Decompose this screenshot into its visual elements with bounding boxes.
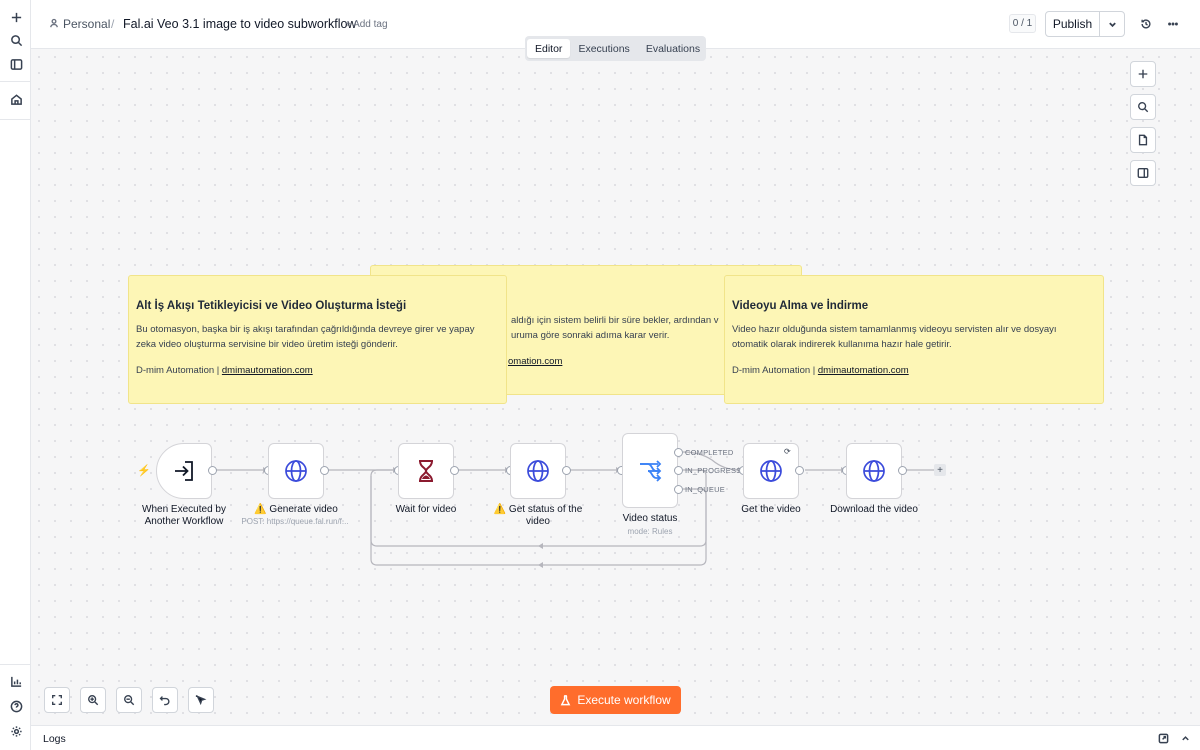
logs-label: Logs bbox=[43, 733, 66, 745]
search-nodes-button[interactable] bbox=[1130, 94, 1156, 120]
sticky-body-line: aldığı için sistem belirli bir süre bekl… bbox=[511, 315, 719, 326]
globe-icon bbox=[285, 460, 307, 482]
execute-workflow-label: Execute workflow bbox=[577, 693, 671, 707]
breadcrumb-personal[interactable]: Personal bbox=[49, 17, 110, 31]
node-subtitle: POST: https://queue.fal.run/f... bbox=[241, 517, 349, 526]
node-label: Download the video bbox=[830, 504, 918, 515]
popout-icon[interactable] bbox=[1157, 732, 1169, 744]
hourglass-icon bbox=[419, 460, 433, 482]
zoom-in-button[interactable] bbox=[80, 687, 106, 713]
node-label: When Executed by Another Workflow bbox=[142, 504, 226, 527]
output-port-in-queue[interactable] bbox=[674, 485, 683, 494]
search-icon[interactable] bbox=[7, 31, 25, 49]
output-port[interactable] bbox=[320, 466, 329, 475]
sticky-body-line: Bu otomasyon, başka bir iş akışı tarafın… bbox=[136, 324, 475, 335]
retry-icon: ⟳ bbox=[784, 447, 791, 456]
sticky-note-download[interactable]: Videoyu Alma ve İndirme Video hazır oldu… bbox=[724, 275, 1104, 404]
output-port-completed[interactable] bbox=[674, 448, 683, 457]
globe-icon bbox=[863, 460, 885, 482]
add-icon[interactable] bbox=[7, 8, 25, 26]
sticky-footer-text: D-mim Automation | bbox=[732, 365, 818, 376]
flask-icon bbox=[560, 694, 571, 705]
execute-workflow-button[interactable]: Execute workflow bbox=[550, 686, 681, 714]
user-icon bbox=[49, 17, 63, 31]
sticky-body-line: uruma göre sonraki adıma karar verir. bbox=[511, 330, 670, 341]
active-counter-badge: 0 / 1 bbox=[1009, 14, 1036, 33]
sticky-footer-text: D-mim Automation | bbox=[136, 365, 222, 376]
sticky-footer-link[interactable]: omation.com bbox=[508, 356, 562, 367]
insights-icon[interactable] bbox=[7, 672, 25, 690]
output-label-in-queue: IN_QUEUE bbox=[685, 485, 725, 494]
output-port[interactable] bbox=[795, 466, 804, 475]
fit-view-button[interactable] bbox=[44, 687, 70, 713]
view-tabs: Editor Executions Evaluations bbox=[525, 36, 706, 61]
tab-evaluations[interactable]: Evaluations bbox=[638, 39, 708, 58]
logs-bar[interactable]: Logs bbox=[31, 725, 1200, 750]
node-label: ⚠️ Get status of the video bbox=[493, 504, 583, 527]
globe-icon bbox=[527, 460, 549, 482]
add-tag-button[interactable]: + Add tag bbox=[345, 19, 388, 30]
tab-executions[interactable]: Executions bbox=[570, 39, 637, 58]
undo-button[interactable] bbox=[152, 687, 178, 713]
tidy-up-button[interactable] bbox=[188, 687, 214, 713]
output-port[interactable] bbox=[562, 466, 571, 475]
more-options-icon[interactable] bbox=[1165, 16, 1181, 32]
chevron-down-icon[interactable] bbox=[1100, 12, 1124, 36]
left-sidebar bbox=[0, 0, 31, 750]
output-port[interactable] bbox=[450, 466, 459, 475]
breadcrumb-project-label: Personal bbox=[63, 17, 111, 31]
home-icon[interactable] bbox=[7, 90, 25, 108]
node-wait[interactable] bbox=[398, 443, 454, 499]
output-port[interactable] bbox=[898, 466, 907, 475]
node-execute-workflow-trigger[interactable] bbox=[156, 443, 212, 499]
output-label-in-progress: IN_PROGRESS bbox=[685, 466, 742, 475]
publish-button[interactable]: Publish bbox=[1046, 12, 1100, 36]
node-video-status-switch[interactable] bbox=[622, 433, 678, 508]
zoom-out-button[interactable] bbox=[116, 687, 142, 713]
add-node-button[interactable] bbox=[1130, 61, 1156, 87]
sticky-footer-link[interactable]: dmimautomation.com bbox=[818, 365, 909, 376]
sidebar-divider bbox=[0, 81, 31, 82]
node-generate-video[interactable] bbox=[268, 443, 324, 499]
sticky-footer: D-mim Automation | dmimautomation.com bbox=[136, 365, 313, 376]
node-label: Get the video bbox=[741, 504, 801, 515]
node-download-video[interactable] bbox=[846, 443, 902, 499]
sticky-body-line: Video hazır olduğunda sistem tamamlanmış… bbox=[732, 324, 1057, 335]
settings-icon[interactable] bbox=[7, 722, 25, 740]
history-icon[interactable] bbox=[1138, 16, 1154, 32]
sidebar-divider bbox=[0, 119, 31, 120]
sticky-title: Alt İş Akışı Tetikleyicisi ve Video Oluş… bbox=[136, 300, 407, 312]
node-subtitle: mode: Rules bbox=[627, 527, 673, 536]
sidebar-toggle-icon[interactable] bbox=[7, 55, 25, 73]
publish-button-group: Publish bbox=[1045, 11, 1125, 37]
node-get-status[interactable] bbox=[510, 443, 566, 499]
sticky-footer-link[interactable]: dmimautomation.com bbox=[222, 365, 313, 376]
node-label: ⚠️ Generate video bbox=[254, 504, 338, 515]
add-next-node-button[interactable]: + bbox=[934, 464, 946, 476]
sign-in-icon bbox=[175, 461, 193, 481]
output-port[interactable] bbox=[208, 466, 217, 475]
output-label-completed: COMPLETED bbox=[685, 448, 734, 457]
add-sticky-note-button[interactable] bbox=[1130, 127, 1156, 153]
node-label: Video status bbox=[622, 513, 678, 524]
sticky-body-line: otomatik olarak indirerek kullanıma hazı… bbox=[732, 339, 952, 350]
toggle-panel-button[interactable] bbox=[1130, 160, 1156, 186]
breadcrumb-separator: / bbox=[111, 17, 115, 31]
workflow-title[interactable]: Fal.ai Veo 3.1 image to video subworkflo… bbox=[123, 17, 356, 31]
node-label: Wait for video bbox=[395, 504, 457, 515]
tab-editor[interactable]: Editor bbox=[527, 39, 571, 58]
sticky-body-line: zeka video oluşturma servisine bir video… bbox=[136, 339, 398, 350]
sticky-note-trigger[interactable]: Alt İş Akışı Tetikleyicisi ve Video Oluş… bbox=[128, 275, 507, 404]
sticky-title: Videoyu Alma ve İndirme bbox=[732, 300, 869, 312]
sticky-footer: D-mim Automation | dmimautomation.com bbox=[732, 365, 909, 376]
sidebar-divider bbox=[0, 664, 31, 665]
globe-icon bbox=[760, 460, 782, 482]
lightning-icon: ⚡ bbox=[137, 465, 151, 477]
help-icon[interactable] bbox=[7, 697, 25, 715]
sticky-footer: omation.com bbox=[508, 356, 562, 367]
output-port-in-progress[interactable] bbox=[674, 466, 683, 475]
chevron-up-icon[interactable] bbox=[1179, 732, 1191, 744]
switch-icon bbox=[640, 459, 662, 482]
